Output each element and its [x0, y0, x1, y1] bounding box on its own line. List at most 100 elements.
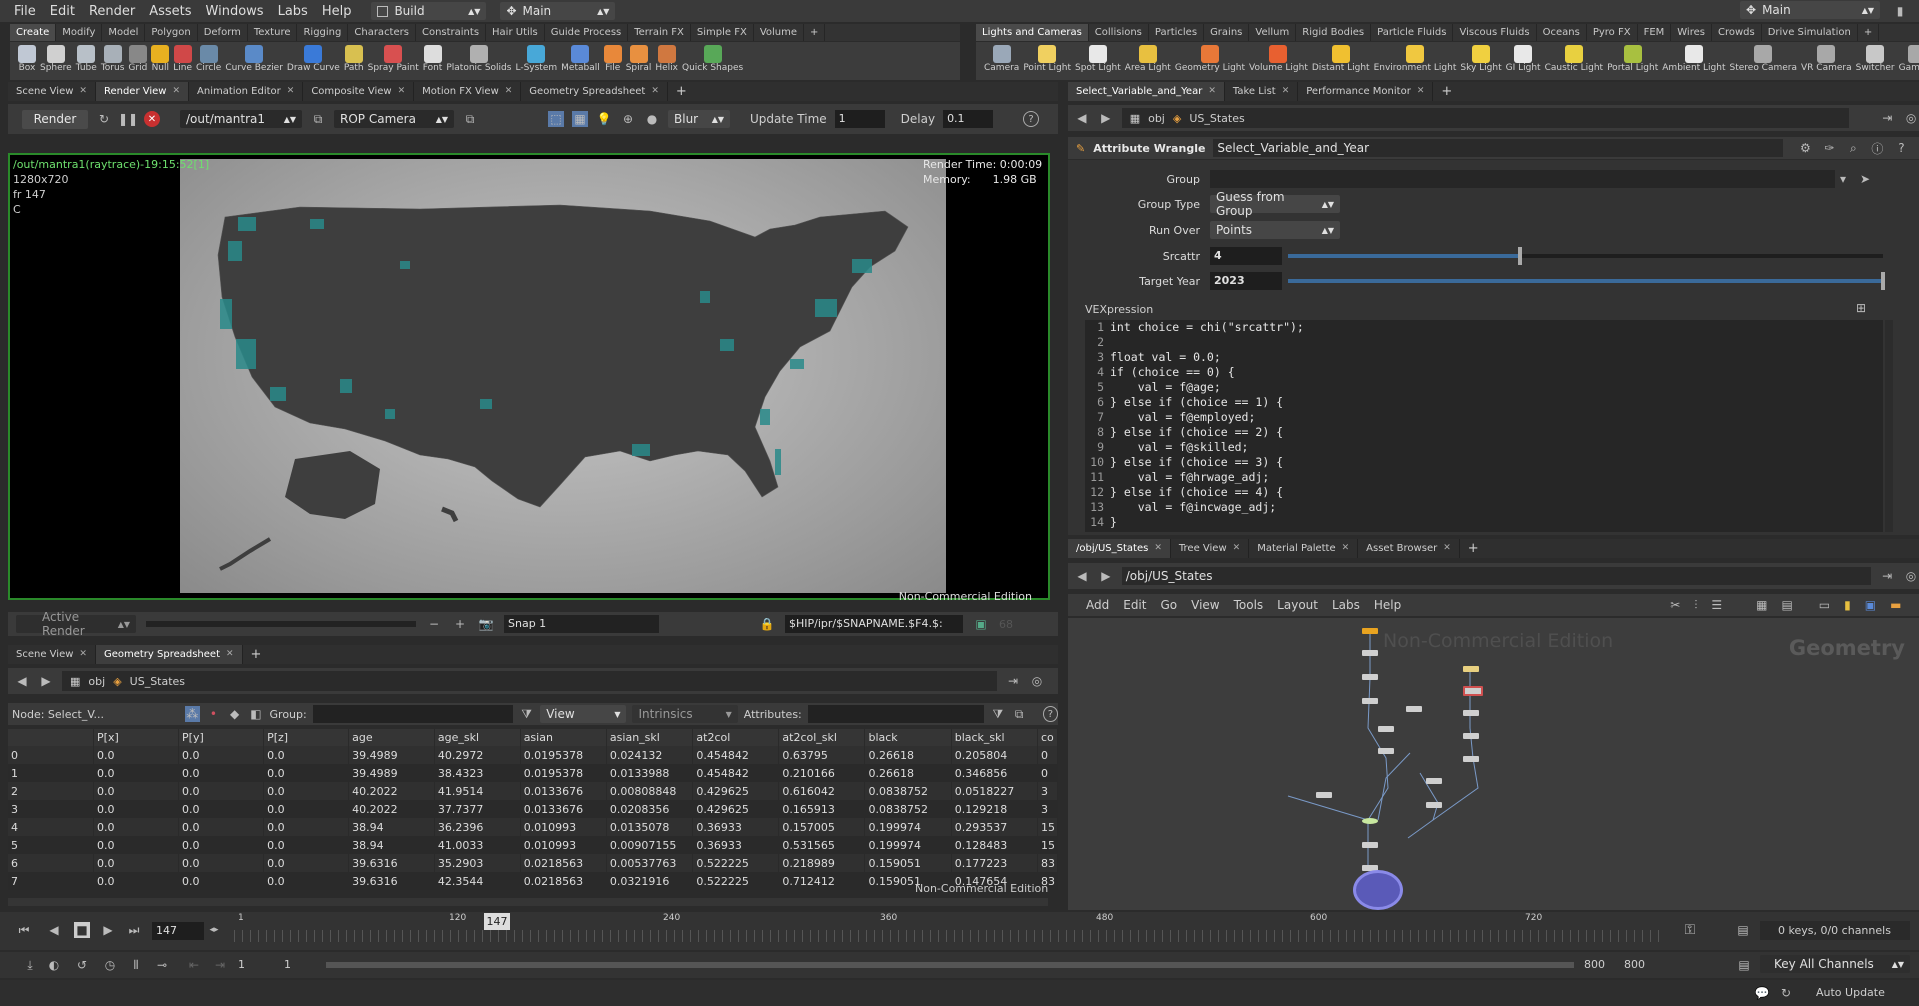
- table-row[interactable]: 5 0.0 0.0 0.0 38.94 41.0033 0.010993 0.00907155…: [8, 836, 1059, 854]
- close-icon[interactable]: ✕: [79, 645, 87, 664]
- render-settings-icon[interactable]: ⧉: [310, 111, 326, 127]
- network-node[interactable]: [1362, 674, 1378, 680]
- forward-arrow-icon[interactable]: ▶: [38, 673, 54, 689]
- help-icon[interactable]: ?: [1023, 111, 1040, 127]
- range-start2[interactable]: 1: [284, 958, 291, 971]
- network-node[interactable]: [1362, 818, 1378, 824]
- image-icon[interactable]: ▣: [1865, 597, 1876, 613]
- shelf-tool[interactable]: Font: [423, 42, 442, 73]
- stop-icon[interactable]: ■: [74, 922, 90, 938]
- add-tab-icon[interactable]: +: [668, 84, 695, 99]
- shelf-tool[interactable]: Grid: [128, 42, 147, 73]
- info-icon[interactable]: ⓘ: [1869, 140, 1885, 156]
- key-mode-icon[interactable]: ⊸: [154, 957, 170, 973]
- shelf-tab[interactable]: Rigid Bodies: [1296, 24, 1372, 41]
- shelf-tool[interactable]: Helix: [655, 42, 678, 73]
- chat-icon[interactable]: 💬: [1754, 985, 1770, 1001]
- clock-icon[interactable]: ◷: [102, 957, 118, 973]
- filter-icon[interactable]: ⧩: [990, 706, 1005, 722]
- net-menu-go[interactable]: Go: [1160, 598, 1177, 612]
- shelf-tool[interactable]: Area Light: [1125, 42, 1171, 73]
- menu-edit[interactable]: Edit: [50, 4, 75, 19]
- group-field[interactable]: [312, 705, 513, 723]
- pane-tab[interactable]: Performance Monitor ✕: [1298, 82, 1434, 101]
- table-row[interactable]: 4 0.0 0.0 0.0 38.94 36.2396 0.010993 0.0135078 0…: [8, 818, 1059, 836]
- shelf-tool[interactable]: Volume Light: [1249, 42, 1308, 73]
- pane-tab[interactable]: Geometry Spreadsheet ✕: [95, 645, 243, 664]
- lock-icon[interactable]: 🔒: [759, 616, 775, 632]
- shelf-tool[interactable]: Switcher: [1856, 42, 1895, 73]
- shelf-tool[interactable]: Spot Light: [1075, 42, 1121, 73]
- step-icon[interactable]: ◂▸: [206, 922, 222, 938]
- range-end[interactable]: 800: [1584, 958, 1605, 971]
- group-type-dropdown[interactable]: Guess from Group ▲▼: [1210, 190, 1340, 218]
- shelf-tool[interactable]: Quick Shapes: [682, 42, 743, 73]
- target-year-field[interactable]: 2023: [1210, 272, 1282, 290]
- close-icon[interactable]: ✕: [1417, 82, 1425, 101]
- shelf-tool[interactable]: Caustic Light: [1545, 42, 1603, 73]
- tree-icon[interactable]: ⫶: [1694, 597, 1697, 613]
- shelf-tab[interactable]: Volume: [754, 24, 805, 41]
- shelf-tool[interactable]: Circle: [196, 42, 221, 73]
- render-button[interactable]: Render: [22, 109, 88, 129]
- table-row[interactable]: 1 0.0 0.0 0.0 39.4989 38.4323 0.0195378 0.01339…: [8, 764, 1059, 782]
- link-icon[interactable]: ◎: [1903, 568, 1919, 584]
- brush-icon[interactable]: ✑: [1821, 140, 1837, 156]
- vex-code-editor[interactable]: 1 int choice = chi("srcattr"); 2 3 float val…: [1085, 320, 1883, 532]
- light-icon[interactable]: 💡: [596, 111, 612, 127]
- link-icon[interactable]: ◎: [1029, 673, 1045, 689]
- shelf-tab[interactable]: Collisions: [1089, 24, 1149, 41]
- shelf-tab[interactable]: Grains: [1204, 24, 1250, 41]
- network-node[interactable]: [1378, 748, 1394, 754]
- close-icon[interactable]: ✕: [1443, 539, 1451, 558]
- keys-channel-icon[interactable]: ▤: [1735, 922, 1751, 938]
- shelf-tool[interactable]: Portal Light: [1607, 42, 1658, 73]
- pane-tab[interactable]: Asset Browser ✕: [1358, 539, 1460, 558]
- update-time-field[interactable]: 1: [834, 110, 885, 128]
- gear-icon[interactable]: ⚙: [1797, 140, 1813, 156]
- add-tab-icon[interactable]: +: [1460, 541, 1487, 556]
- close-icon[interactable]: ✕: [1154, 539, 1162, 558]
- shelf-tool[interactable]: Environment Light: [1374, 42, 1456, 73]
- range-end2[interactable]: 800: [1624, 958, 1645, 971]
- pane-tab[interactable]: Select_Variable_and_Year ✕: [1068, 82, 1225, 101]
- shelf-tab[interactable]: Particles: [1149, 24, 1205, 41]
- params-breadcrumb[interactable]: ▦ obj ◈ US_States: [1121, 108, 1850, 128]
- column-header[interactable]: P[x]: [93, 729, 180, 746]
- box-icon[interactable]: ▬: [1890, 597, 1901, 613]
- shelf-tool[interactable]: Point Light: [1023, 42, 1071, 73]
- shelf-tab[interactable]: Deform: [198, 24, 248, 41]
- target-year-slider[interactable]: [1288, 272, 1885, 290]
- shelf-tab[interactable]: Vellum: [1249, 24, 1297, 41]
- camera-snap-icon[interactable]: ⧉: [462, 111, 478, 127]
- run-over-dropdown[interactable]: Points ▲▼: [1210, 221, 1340, 239]
- network-canvas[interactable]: Non-Commercial Edition Geometry: [1068, 618, 1919, 910]
- select-arrow-icon[interactable]: ➤: [1857, 171, 1873, 187]
- pause-icon[interactable]: ❚❚: [118, 111, 138, 127]
- table-row[interactable]: 3 0.0 0.0 0.0 40.2022 37.7377 0.0133676 0.02083…: [8, 800, 1059, 818]
- column-header[interactable]: P[y]: [178, 729, 265, 746]
- network-node[interactable]: [1378, 726, 1394, 732]
- camera-dropdown[interactable]: ROP Camera ▲▼: [334, 110, 454, 128]
- menu-assets[interactable]: Assets: [149, 4, 191, 19]
- shelf-tool[interactable]: Draw Curve: [287, 42, 340, 73]
- sidebar-toggle-icon[interactable]: ▮: [1892, 3, 1908, 19]
- shelf-tool[interactable]: Box: [18, 42, 36, 73]
- snapshot-camera-icon[interactable]: 📷: [478, 616, 494, 632]
- shelf-tool[interactable]: Metaball: [561, 42, 600, 73]
- shelf-tab[interactable]: Create: [10, 24, 57, 41]
- shelf-tab[interactable]: Polygon: [145, 24, 198, 41]
- column-header[interactable]: black: [864, 729, 952, 746]
- shelf-tool[interactable]: Curve Bezier: [225, 42, 283, 73]
- shelf-tab[interactable]: Oceans: [1537, 24, 1587, 41]
- shelf-tab[interactable]: Constraints: [416, 24, 487, 41]
- shelf-tool[interactable]: Path: [344, 42, 364, 73]
- pane-tab[interactable]: Render View ✕: [95, 82, 190, 101]
- column-header[interactable]: age_skl: [434, 729, 521, 746]
- table-row[interactable]: 6 0.0 0.0 0.0 39.6316 35.2903 0.0218563 0.00537…: [8, 854, 1059, 872]
- search-icon[interactable]: ⌕: [1845, 140, 1861, 156]
- sync-icon[interactable]: ↻: [1778, 985, 1794, 1001]
- render-viewport[interactable]: Non-Commercial Edition /out/mantra1(rayt…: [8, 153, 1050, 603]
- key-channels-icon[interactable]: ▤: [1736, 957, 1752, 973]
- net-menu-help[interactable]: Help: [1374, 598, 1401, 612]
